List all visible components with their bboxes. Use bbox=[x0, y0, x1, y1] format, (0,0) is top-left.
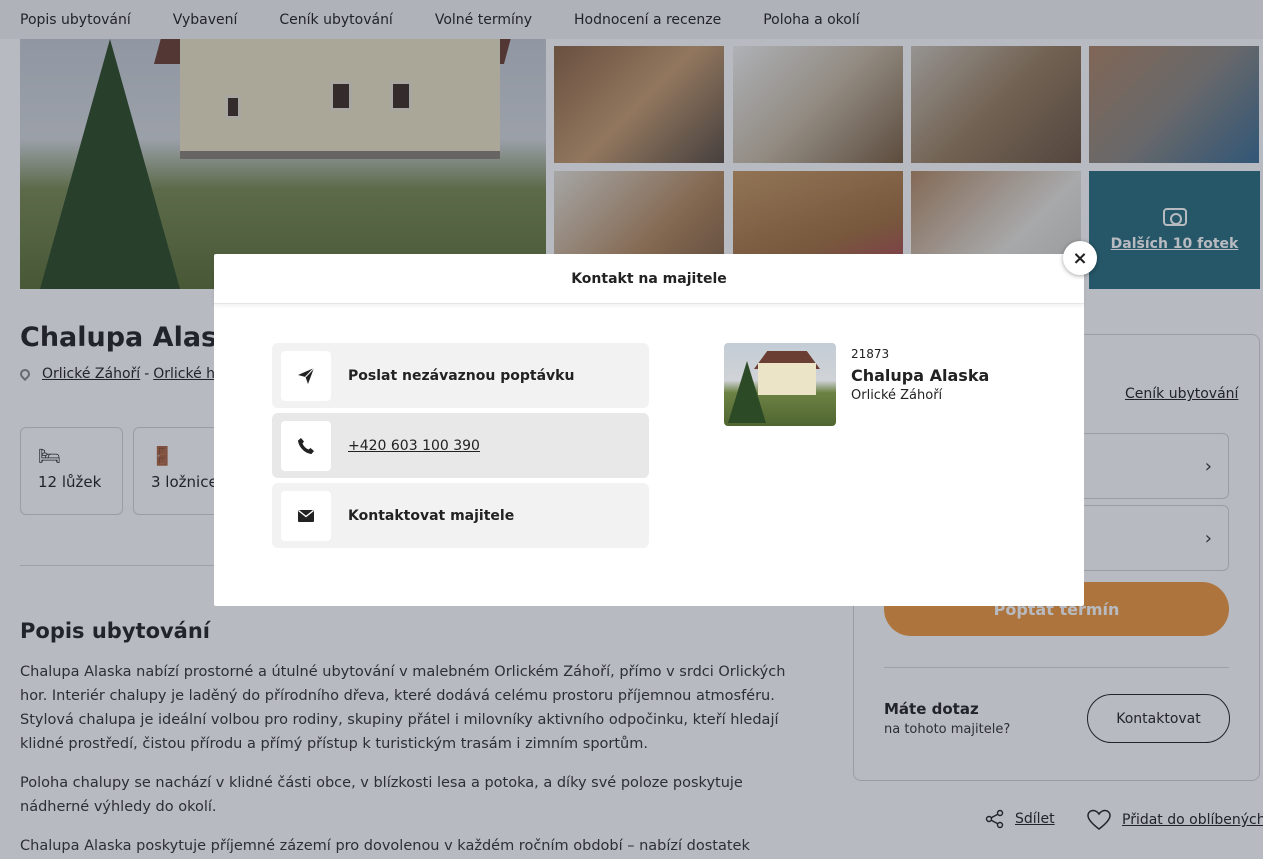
modal-title: Kontakt na majitele bbox=[214, 254, 1084, 304]
message-owner-option[interactable]: Kontaktovat majitele bbox=[272, 483, 649, 548]
send-inquiry-label: Poslat nezávaznou poptávku bbox=[348, 367, 575, 384]
paper-plane-icon bbox=[281, 350, 331, 401]
phone-icon bbox=[281, 420, 331, 471]
property-card-location: Orlické Záhoří bbox=[851, 388, 943, 403]
envelope-icon bbox=[281, 490, 331, 541]
contact-owner-modal: Kontakt na majitele × Poslat nezávaznou … bbox=[214, 241, 1097, 606]
send-inquiry-option[interactable]: Poslat nezávaznou poptávku bbox=[272, 343, 649, 408]
close-button[interactable]: × bbox=[1063, 241, 1097, 275]
close-icon: × bbox=[1072, 247, 1088, 269]
phone-number-link: +420 603 100 390 bbox=[348, 437, 480, 454]
phone-option[interactable]: +420 603 100 390 bbox=[272, 413, 649, 478]
message-owner-label: Kontaktovat majitele bbox=[348, 507, 515, 524]
property-id: 21873 bbox=[851, 347, 890, 361]
property-card-name: Chalupa Alaska bbox=[851, 366, 990, 385]
thumbnail-house bbox=[758, 363, 816, 395]
property-thumbnail bbox=[724, 343, 836, 426]
